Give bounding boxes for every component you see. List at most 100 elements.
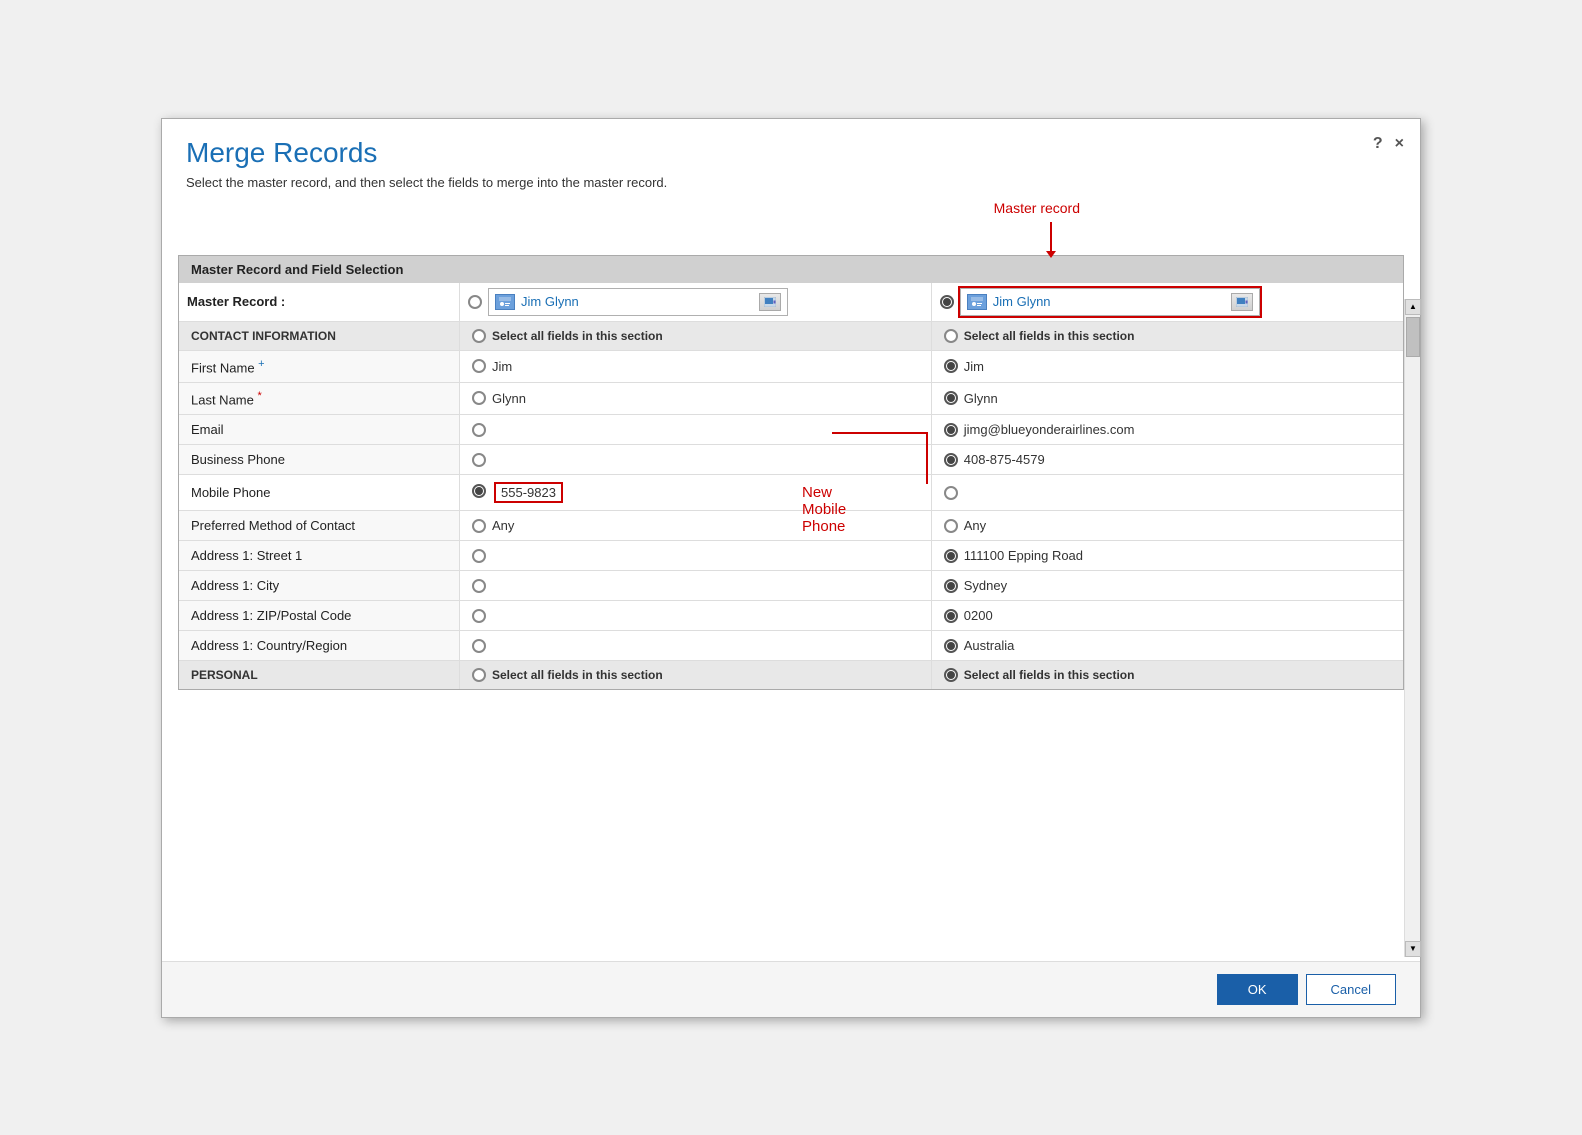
record2-name: Jim Glynn bbox=[993, 294, 1225, 309]
ok-button[interactable]: OK bbox=[1217, 974, 1298, 1005]
record2-master-radio[interactable] bbox=[940, 295, 954, 309]
address-street-radio2[interactable] bbox=[944, 549, 958, 563]
business-phone-radio1[interactable] bbox=[472, 453, 486, 467]
mobile-phone-radio2[interactable] bbox=[944, 486, 958, 500]
cancel-button[interactable]: Cancel bbox=[1306, 974, 1396, 1005]
record1-selector[interactable]: Jim Glynn bbox=[488, 288, 788, 316]
address-city-radio1[interactable] bbox=[472, 579, 486, 593]
last-name-label: Last Name * bbox=[179, 382, 460, 414]
merge-table: Master Record : Jim Glynn bbox=[179, 283, 1403, 690]
master-record-field-label: Master Record : bbox=[179, 283, 460, 322]
address-country-radio1[interactable] bbox=[472, 639, 486, 653]
address-street-col2: 111100 Epping Road bbox=[931, 541, 1403, 571]
address-country-row: Address 1: Country/Region Australia bbox=[179, 631, 1403, 661]
mobile-annotation-wrapper: New Mobile Phone bbox=[472, 484, 486, 501]
dialog-header: Merge Records Select the master record, … bbox=[162, 119, 1420, 200]
contact-info-section-row: CONTACT INFORMATION Select all fields in… bbox=[179, 321, 1403, 350]
address-street-row: Address 1: Street 1 111100 Epping Road bbox=[179, 541, 1403, 571]
email-radio1[interactable] bbox=[472, 423, 486, 437]
address-city-col2: Sydney bbox=[931, 571, 1403, 601]
address-zip-radio2[interactable] bbox=[944, 609, 958, 623]
record1-master-radio[interactable] bbox=[468, 295, 482, 309]
scrollbar[interactable]: ▲ ▼ bbox=[1404, 299, 1420, 957]
scrollbar-thumb[interactable] bbox=[1406, 317, 1420, 357]
contact-select-all-radio1[interactable] bbox=[472, 329, 486, 343]
address-zip-col2: 0200 bbox=[931, 601, 1403, 631]
mobile-phone-label: Mobile Phone bbox=[179, 475, 460, 511]
preferred-contact-label: Preferred Method of Contact bbox=[179, 511, 460, 541]
address-zip-label: Address 1: ZIP/Postal Code bbox=[179, 601, 460, 631]
preferred-contact-row: Preferred Method of Contact Any Any bbox=[179, 511, 1403, 541]
business-phone-radio2[interactable] bbox=[944, 453, 958, 467]
last-name-row: Last Name * Glynn Glynn bbox=[179, 382, 1403, 414]
mobile-phone-row: Mobile Phone New Mobile Phone 555-9823 bbox=[179, 475, 1403, 511]
email-col2: jimg@blueyonderairlines.com bbox=[931, 415, 1403, 445]
last-name-col2: Glynn bbox=[931, 382, 1403, 414]
first-name-label: First Name + bbox=[179, 350, 460, 382]
email-label: Email bbox=[179, 415, 460, 445]
personal-select-all-radio2[interactable] bbox=[944, 668, 958, 682]
master-record-col2: Jim Glynn bbox=[931, 283, 1403, 322]
first-name-col1: Jim bbox=[460, 350, 932, 382]
master-record-annotation-label: Master record bbox=[994, 200, 1080, 216]
preferred-contact-col2: Any bbox=[931, 511, 1403, 541]
first-name-required: + bbox=[258, 358, 264, 370]
dialog-content: Master Record and Field Selection Master… bbox=[162, 255, 1420, 961]
close-button[interactable]: × bbox=[1395, 135, 1404, 153]
preferred-contact-radio2[interactable] bbox=[944, 519, 958, 533]
dialog-controls: ? × bbox=[1373, 135, 1404, 153]
master-record-row: Master Record : Jim Glynn bbox=[179, 283, 1403, 322]
mobile-phone-col1: New Mobile Phone 555-9823 bbox=[460, 475, 932, 511]
address-city-row: Address 1: City Sydney bbox=[179, 571, 1403, 601]
business-phone-col1 bbox=[460, 445, 932, 475]
merge-table-container: Master Record and Field Selection Master… bbox=[178, 255, 1404, 691]
address-city-radio2[interactable] bbox=[944, 579, 958, 593]
contact-info-select-all-1[interactable]: Select all fields in this section bbox=[460, 321, 932, 350]
address-country-col2: Australia bbox=[931, 631, 1403, 661]
personal-select-all-2[interactable]: Select all fields in this section bbox=[931, 661, 1403, 690]
merge-records-dialog: Merge Records Select the master record, … bbox=[161, 118, 1421, 1018]
mobile-phone-radio1[interactable] bbox=[472, 484, 486, 498]
record2-selector[interactable]: Jim Glynn bbox=[960, 288, 1260, 316]
contact-info-select-all-2[interactable]: Select all fields in this section bbox=[931, 321, 1403, 350]
scrollbar-up-button[interactable]: ▲ bbox=[1405, 299, 1421, 315]
last-name-required: * bbox=[257, 390, 261, 402]
personal-section-row: PERSONAL Select all fields in this secti… bbox=[179, 661, 1403, 690]
email-col1 bbox=[460, 415, 932, 445]
help-button[interactable]: ? bbox=[1373, 135, 1383, 153]
address-zip-radio1[interactable] bbox=[472, 609, 486, 623]
record1-icon bbox=[495, 294, 515, 310]
scrollbar-down-button[interactable]: ▼ bbox=[1405, 941, 1421, 957]
contact-info-section-label: CONTACT INFORMATION bbox=[179, 321, 460, 350]
address-street-col1 bbox=[460, 541, 932, 571]
master-record-col1: Jim Glynn bbox=[460, 283, 932, 322]
dialog-subtitle: Select the master record, and then selec… bbox=[186, 175, 1396, 190]
record1-lookup-btn[interactable] bbox=[759, 293, 781, 311]
first-name-col2: Jim bbox=[931, 350, 1403, 382]
mobile-phone-value1: 555-9823 bbox=[494, 482, 563, 503]
personal-section-label: PERSONAL bbox=[179, 661, 460, 690]
first-name-radio2[interactable] bbox=[944, 359, 958, 373]
record2-lookup-btn[interactable] bbox=[1231, 293, 1253, 311]
last-name-radio2[interactable] bbox=[944, 391, 958, 405]
first-name-row: First Name + Jim Jim bbox=[179, 350, 1403, 382]
address-street-radio1[interactable] bbox=[472, 549, 486, 563]
business-phone-col2: 408-875-4579 bbox=[931, 445, 1403, 475]
address-zip-col1 bbox=[460, 601, 932, 631]
personal-select-all-1[interactable]: Select all fields in this section bbox=[460, 661, 932, 690]
last-name-radio1[interactable] bbox=[472, 391, 486, 405]
dialog-title: Merge Records bbox=[186, 137, 1396, 169]
preferred-contact-col1: Any bbox=[460, 511, 932, 541]
first-name-radio1[interactable] bbox=[472, 359, 486, 373]
address-country-col1 bbox=[460, 631, 932, 661]
personal-select-all-radio1[interactable] bbox=[472, 668, 486, 682]
address-country-radio2[interactable] bbox=[944, 639, 958, 653]
business-phone-label: Business Phone bbox=[179, 445, 460, 475]
address-street-label: Address 1: Street 1 bbox=[179, 541, 460, 571]
annotation-area: Master record bbox=[162, 200, 1420, 255]
contact-select-all-radio2[interactable] bbox=[944, 329, 958, 343]
preferred-contact-radio1[interactable] bbox=[472, 519, 486, 533]
master-record-arrow bbox=[1050, 222, 1052, 252]
email-row: Email jimg@blueyonderairlines.com bbox=[179, 415, 1403, 445]
email-radio2[interactable] bbox=[944, 423, 958, 437]
